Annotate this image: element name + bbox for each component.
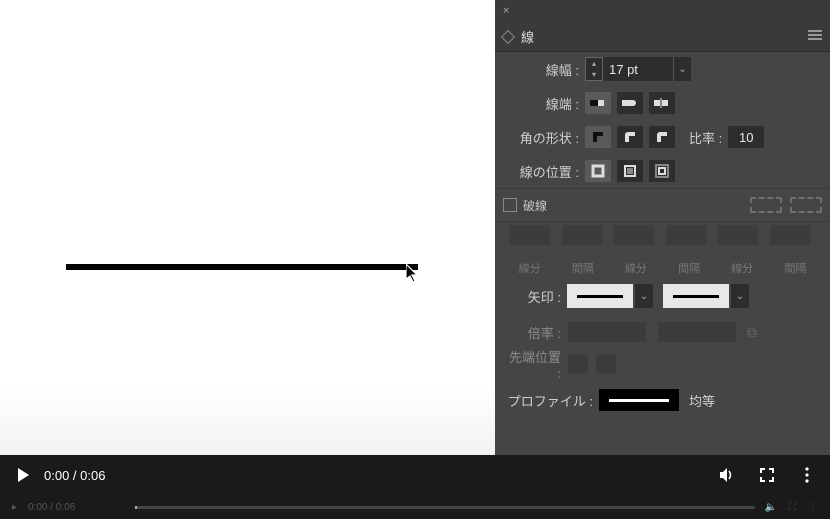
profile-value: 均等 <box>689 391 715 410</box>
scale-label: 倍率 : <box>503 323 567 342</box>
canvas-area <box>0 0 495 455</box>
align-inside-icon[interactable] <box>617 160 643 182</box>
link-scale-icon[interactable]: ⧉ <box>747 324 757 341</box>
stroke-panel: × 線 線幅 : ▴▾ 17 pt ⌄ 線端 : 角の形状 : 比率 : 10 … <box>495 0 830 455</box>
align-outside-icon[interactable] <box>649 160 675 182</box>
ghost-more-icon: ⋮ <box>808 502 818 513</box>
dock-icon[interactable] <box>501 29 515 43</box>
play-button[interactable] <box>12 464 34 486</box>
corner-miter-icon[interactable] <box>585 126 611 148</box>
progress-bar[interactable] <box>135 506 754 509</box>
dash-preview-icon <box>750 197 822 213</box>
tip-pos-label: 先端位置 : <box>503 347 567 381</box>
weight-label: 線幅 : <box>503 60 585 79</box>
cap-label: 線端 : <box>503 94 585 113</box>
cap-projecting-icon[interactable] <box>649 92 675 114</box>
video-controls: 0:00 / 0:06 ▸ 0:00 / 0:06 🔈 ⛶ ⋮ <box>0 455 830 519</box>
tip-pos-b-icon[interactable] <box>595 354 617 374</box>
arrow-end-dropdown[interactable]: ⌄ <box>731 284 749 308</box>
corner-bevel-icon[interactable] <box>649 126 675 148</box>
weight-stepper[interactable]: ▴▾ <box>585 57 603 81</box>
panel-menu-icon[interactable] <box>808 30 822 40</box>
time-display: 0:00 / 0:06 <box>44 468 105 483</box>
ghost-fullscreen-icon: ⛶ <box>789 502 796 513</box>
profile-label: プロファイル : <box>503 391 599 410</box>
weight-input[interactable]: 17 pt <box>603 57 673 81</box>
volume-icon[interactable] <box>716 464 738 486</box>
ghost-time: 0:00 / 0:06 <box>28 502 75 513</box>
corner-round-icon[interactable] <box>617 126 643 148</box>
scale-end-input[interactable] <box>657 321 737 343</box>
cap-round-icon[interactable] <box>617 92 643 114</box>
tip-pos-a-icon[interactable] <box>567 354 589 374</box>
tab-stroke[interactable]: 線 <box>521 27 534 46</box>
arrow-start-select[interactable] <box>567 284 633 308</box>
ratio-label: 比率 : <box>689 128 722 147</box>
fullscreen-icon[interactable] <box>756 464 778 486</box>
profile-select[interactable] <box>599 389 679 411</box>
panel-close-icon[interactable]: × <box>503 5 509 17</box>
dashed-checkbox[interactable] <box>503 198 517 212</box>
align-center-icon[interactable] <box>585 160 611 182</box>
weight-dropdown[interactable]: ⌄ <box>673 57 691 81</box>
ratio-input[interactable]: 10 <box>728 126 764 148</box>
arrow-label: 矢印 : <box>503 287 567 306</box>
corner-label: 角の形状 : <box>503 128 585 147</box>
more-menu-icon[interactable] <box>796 464 818 486</box>
ghost-play-icon: ▸ <box>12 502 22 513</box>
arrow-start-dropdown[interactable]: ⌄ <box>635 284 653 308</box>
drawn-stroke <box>66 264 418 270</box>
cap-butt-icon[interactable] <box>585 92 611 114</box>
arrow-end-select[interactable] <box>663 284 729 308</box>
dashed-label: 破線 <box>523 197 547 214</box>
ghost-volume-icon: 🔈 <box>765 502 777 513</box>
align-label: 線の位置 : <box>503 162 585 181</box>
scale-start-input[interactable] <box>567 321 647 343</box>
dash-headers: 線分 間隔 線分 間隔 線分 間隔 <box>495 248 830 276</box>
